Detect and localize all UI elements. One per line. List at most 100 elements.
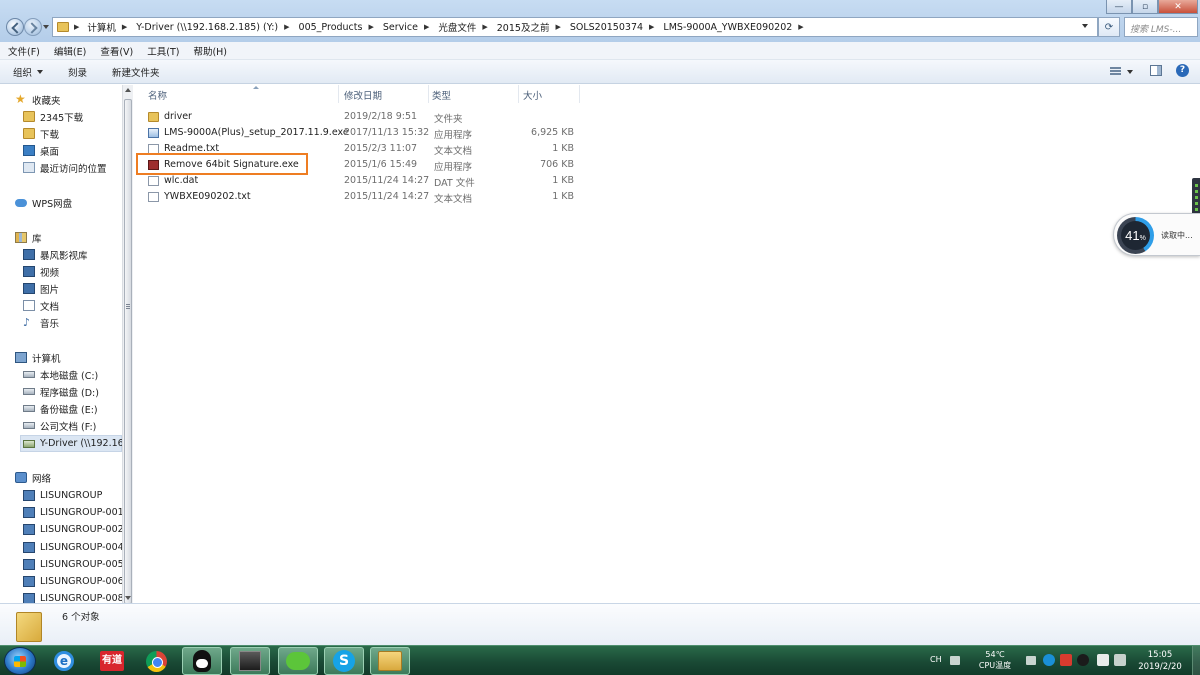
system-clock[interactable]: 15:05 2019/2/20 — [1134, 649, 1186, 673]
nav-item-network-host[interactable]: LISUNGROUP — [23, 487, 102, 504]
file-row-setup-exe[interactable]: LMS-9000A(Plus)_setup_2017.11.9.exe 2017… — [144, 125, 584, 141]
maximize-button[interactable]: ▫ — [1132, 0, 1158, 14]
search-input[interactable]: 搜索 LMS-... — [1124, 17, 1198, 37]
taskbar-wechat[interactable] — [278, 647, 318, 675]
cpu-temperature[interactable]: 54℃ CPU温度 — [972, 649, 1018, 671]
nav-item-2345-download[interactable]: 2345下载 — [23, 108, 83, 125]
nav-item-y-driver[interactable]: Y-Driver (\\192.168 — [20, 435, 122, 452]
chevron-down-icon[interactable] — [1127, 70, 1133, 74]
scroll-down-icon[interactable] — [125, 596, 131, 600]
breadcrumb-service[interactable]: Service ▶ — [383, 22, 439, 33]
breadcrumb-y-drive[interactable]: Y-Driver (\\192.168.2.185) (Y:) ▶ — [136, 22, 298, 33]
refresh-icon[interactable]: ⟳ — [1098, 17, 1120, 37]
chevron-right-icon[interactable]: ▶ — [284, 23, 289, 31]
nav-item-network-host[interactable]: LISUNGROUP-004 — [23, 539, 122, 556]
column-header-name[interactable]: 名称 — [148, 85, 338, 103]
preview-pane-icon[interactable] — [1150, 65, 1162, 76]
forward-button[interactable] — [24, 18, 42, 36]
chevron-right-icon[interactable]: ▶ — [798, 23, 803, 31]
file-row-wlc-dat[interactable]: wlc.dat 2015/11/24 14:27 DAT 文件 1 KB — [144, 173, 584, 189]
chevron-right-icon[interactable]: ▶ — [74, 23, 79, 31]
column-header-date[interactable]: 修改日期 — [344, 85, 428, 103]
skype-tray-icon[interactable] — [1043, 654, 1055, 666]
breadcrumb-current-folder[interactable]: LMS-9000A_YWBXE090202 ▶ — [663, 22, 812, 33]
breadcrumb-products[interactable]: 005_Products ▶ — [299, 22, 383, 33]
chevron-right-icon[interactable]: ▶ — [424, 23, 429, 31]
start-button[interactable] — [4, 647, 36, 675]
minimize-button[interactable]: — — [1106, 0, 1132, 14]
nav-item-network-host[interactable]: LISUNGROUP-002 — [23, 521, 122, 538]
scrollbar-thumb[interactable] — [124, 99, 132, 604]
show-desktop-button[interactable] — [1192, 646, 1200, 675]
nav-wps-cloud[interactable]: WPS网盘 — [15, 194, 72, 211]
keyboard-icon[interactable] — [950, 656, 960, 665]
recent-pages-dropdown[interactable] — [43, 25, 49, 29]
nav-item-network-host[interactable]: LISUNGROUP-008 — [23, 590, 122, 603]
nav-libraries[interactable]: 库 — [15, 229, 42, 246]
column-divider[interactable] — [579, 85, 580, 103]
address-bar[interactable]: ▶ 计算机 ▶ Y-Driver (\\192.168.2.185) (Y:) ▶ … — [52, 17, 1098, 37]
nav-item-recent[interactable]: 最近访问的位置 — [23, 159, 107, 176]
nav-item-drive-f[interactable]: 公司文档 (F:) — [23, 417, 96, 434]
scroll-up-icon[interactable] — [125, 88, 131, 92]
input-language[interactable]: CH — [930, 655, 942, 664]
nav-item-network-host[interactable]: LISUNGROUP-005 — [23, 556, 122, 573]
breadcrumb-2015[interactable]: 2015及之前 ▶ — [497, 20, 570, 34]
column-divider[interactable] — [428, 85, 429, 103]
chevron-right-icon[interactable]: ▶ — [122, 23, 127, 31]
menu-view[interactable]: 查看(V) — [100, 44, 133, 58]
nav-item-drive-d[interactable]: 程序磁盘 (D:) — [23, 383, 99, 400]
nav-item-network-host[interactable]: LISUNGROUP-006 — [23, 573, 122, 590]
file-row-ywbxe-txt[interactable]: YWBXE090202.txt 2015/11/24 14:27 文本文档 1 … — [144, 189, 584, 205]
column-divider[interactable] — [518, 85, 519, 103]
action-center-flag-icon[interactable] — [1097, 654, 1109, 666]
file-row-driver[interactable]: driver 2019/2/18 9:51 文件夹 — [144, 109, 584, 125]
record-tray-icon[interactable] — [1060, 654, 1072, 666]
chevron-right-icon[interactable]: ▶ — [482, 23, 487, 31]
taskbar-youdao[interactable]: 有道 — [92, 647, 132, 675]
column-header-size[interactable]: 大小 — [523, 85, 579, 103]
chevron-right-icon[interactable]: ▶ — [368, 23, 373, 31]
nav-item-drive-c[interactable]: 本地磁盘 (C:) — [23, 366, 98, 383]
address-dropdown-icon[interactable] — [1082, 24, 1088, 28]
file-row-readme[interactable]: Readme.txt 2015/2/3 11:07 文本文档 1 KB — [144, 141, 584, 157]
back-button[interactable] — [6, 18, 24, 36]
taskbar-internet-explorer[interactable]: e — [44, 647, 84, 675]
menu-file[interactable]: 文件(F) — [8, 44, 40, 58]
nav-computer[interactable]: 计算机 — [15, 349, 61, 366]
nav-item-network-host[interactable]: LISUNGROUP-001 — [23, 504, 122, 521]
taskbar-skype[interactable]: S — [324, 647, 364, 675]
menu-tools[interactable]: 工具(T) — [147, 44, 179, 58]
view-options-icon[interactable] — [1110, 67, 1121, 76]
breadcrumb-computer[interactable]: 计算机 ▶ — [87, 20, 136, 34]
taskbar-chrome[interactable] — [136, 647, 176, 675]
taskbar-app[interactable] — [230, 647, 270, 675]
menu-help[interactable]: 帮助(H) — [193, 44, 227, 58]
nav-item-desktop[interactable]: 桌面 — [23, 142, 59, 159]
organize-button[interactable]: 组织 — [13, 65, 44, 79]
volume-icon[interactable] — [1114, 654, 1126, 666]
nav-network[interactable]: 网络 — [15, 469, 51, 486]
chevron-right-icon[interactable]: ▶ — [555, 23, 560, 31]
taskbar-qq[interactable] — [182, 647, 222, 675]
navigation-scrollbar[interactable] — [122, 85, 133, 604]
help-icon[interactable]: ? — [1176, 64, 1189, 77]
nav-item-music[interactable]: ♪ 音乐 — [23, 314, 59, 331]
breadcrumb-disc-files[interactable]: 光盘文件 ▶ — [438, 20, 496, 34]
nav-item-baofeng-library[interactable]: 暴风影视库 — [23, 246, 88, 263]
tray-app-icon[interactable] — [1026, 656, 1036, 665]
close-button[interactable]: ✕ — [1158, 0, 1198, 14]
disk-activity-widget[interactable]: 41% 读取中... — [1113, 213, 1200, 256]
nav-favorites[interactable]: ★ 收藏夹 — [15, 91, 61, 108]
new-folder-button[interactable]: 新建文件夹 — [112, 65, 160, 79]
breadcrumb-sols[interactable]: SOLS20150374 ▶ — [570, 22, 664, 33]
column-divider[interactable] — [338, 85, 339, 103]
chevron-right-icon[interactable]: ▶ — [649, 23, 654, 31]
nav-item-videos[interactable]: 视频 — [23, 263, 59, 280]
nav-item-documents[interactable]: 文档 — [23, 297, 59, 314]
nav-item-downloads[interactable]: 下载 — [23, 125, 59, 142]
nav-item-pictures[interactable]: 图片 — [23, 280, 59, 297]
menu-edit[interactable]: 编辑(E) — [54, 44, 86, 58]
nav-item-drive-e[interactable]: 备份磁盘 (E:) — [23, 400, 98, 417]
qq-tray-icon[interactable] — [1077, 654, 1089, 666]
